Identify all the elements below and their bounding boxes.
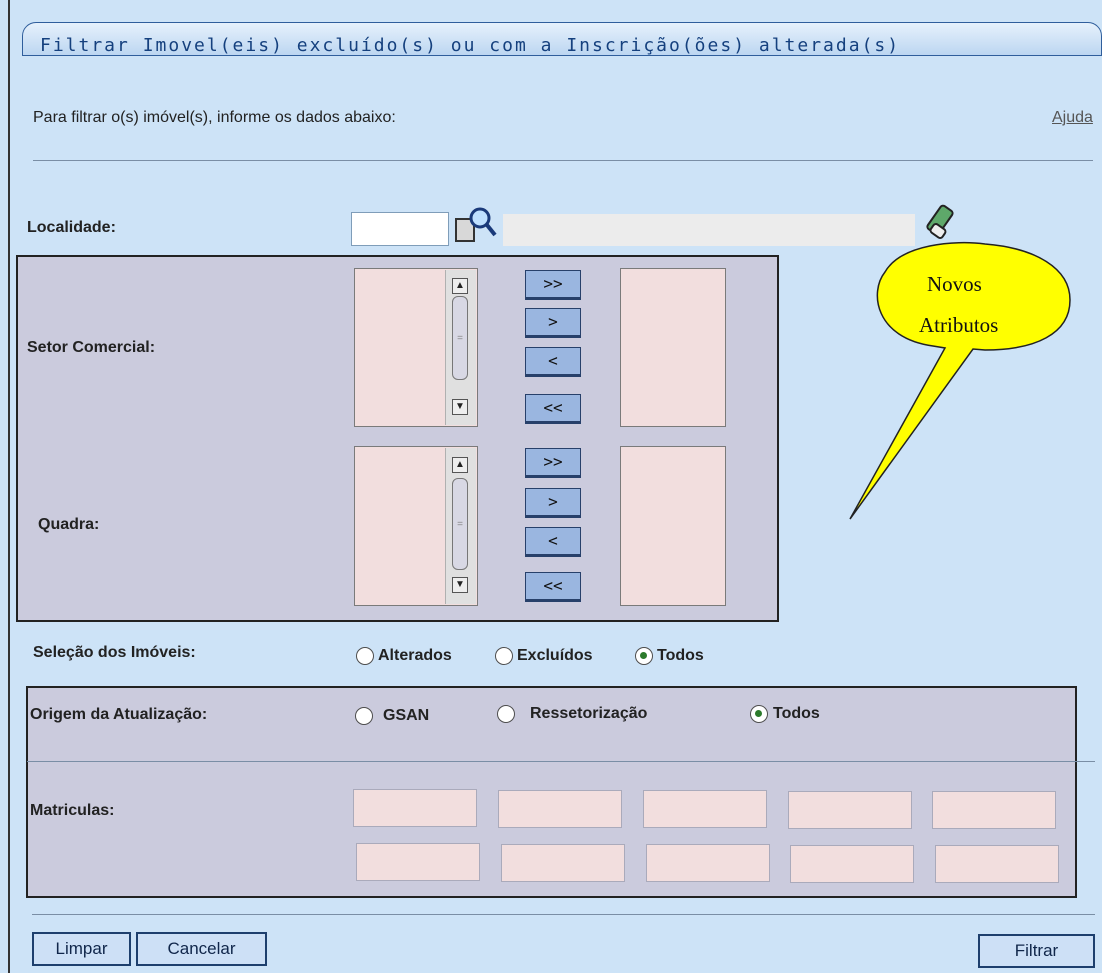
origem-todos-radio[interactable] — [750, 705, 768, 723]
setor-comercial-label: Setor Comercial: — [27, 339, 156, 356]
selecao-excluidos-label: Excluídos — [517, 647, 593, 664]
origem-gsan-label: GSAN — [383, 707, 430, 724]
page-title: Filtrar Imovel(eis) excluído(s) ou com a… — [40, 35, 901, 56]
origem-ressetorizacao-label: Ressetorização — [530, 705, 648, 722]
localidade-code-input[interactable] — [351, 212, 449, 246]
matricula-input[interactable] — [788, 791, 912, 829]
matricula-input[interactable] — [501, 844, 625, 882]
quadra-add-one-button[interactable]: > — [525, 488, 581, 518]
quadra-selected-list[interactable] — [620, 446, 726, 606]
scroll-thumb[interactable]: = — [452, 478, 468, 570]
window-left-edge — [8, 0, 10, 973]
setor-add-one-button[interactable]: > — [525, 308, 581, 338]
filter-button[interactable]: Filtrar — [978, 934, 1095, 968]
instructions-text: Para filtrar o(s) imóvel(s), informe os … — [33, 109, 396, 126]
selecao-todos-label: Todos — [657, 647, 704, 664]
origem-todos-label: Todos — [773, 705, 820, 722]
origem-ressetorizacao-radio[interactable] — [497, 705, 515, 723]
divider — [33, 160, 1093, 161]
clear-button[interactable]: Limpar — [32, 932, 131, 966]
matricula-input[interactable] — [790, 845, 914, 883]
matricula-input[interactable] — [935, 845, 1059, 883]
matricula-input[interactable] — [353, 789, 477, 827]
scroll-up-icon[interactable]: ▲ — [452, 278, 468, 294]
panel-divider — [27, 761, 1095, 762]
matricula-input[interactable] — [356, 843, 480, 881]
setor-comercial-selected-list[interactable] — [620, 268, 726, 427]
matricula-input[interactable] — [643, 790, 767, 828]
callout-text-line2: Atributos — [919, 313, 999, 337]
matricula-input[interactable] — [498, 790, 622, 828]
selecao-alterados-label: Alterados — [378, 647, 452, 664]
quadra-remove-one-button[interactable]: < — [525, 527, 581, 557]
localidade-label: Localidade: — [27, 219, 116, 236]
setor-remove-one-button[interactable]: < — [525, 347, 581, 377]
setor-add-all-button[interactable]: >> — [525, 270, 581, 300]
footer-divider — [32, 914, 1095, 915]
quadra-remove-all-button[interactable]: << — [525, 572, 581, 602]
matricula-input[interactable] — [932, 791, 1056, 829]
cancel-button[interactable]: Cancelar — [136, 932, 267, 966]
origem-gsan-radio[interactable] — [355, 707, 373, 725]
callout-text-line1: Novos — [927, 272, 982, 296]
matriculas-label: Matriculas: — [30, 802, 115, 819]
setor-remove-all-button[interactable]: << — [525, 394, 581, 424]
scroll-up-icon[interactable]: ▲ — [452, 457, 468, 473]
selecao-alterados-radio[interactable] — [356, 647, 374, 665]
scroll-thumb[interactable]: = — [452, 296, 468, 380]
quadra-add-all-button[interactable]: >> — [525, 448, 581, 478]
matricula-input[interactable] — [646, 844, 770, 882]
eraser-icon[interactable] — [920, 203, 964, 243]
origem-label: Origem da Atualização: — [30, 706, 208, 723]
selecao-todos-radio[interactable] — [635, 647, 653, 665]
scroll-down-icon[interactable]: ▼ — [452, 399, 468, 415]
selecao-label: Seleção dos Imóveis: — [33, 644, 196, 661]
help-link[interactable]: Ajuda — [1052, 109, 1093, 127]
scroll-down-icon[interactable]: ▼ — [452, 577, 468, 593]
quadra-label: Quadra: — [38, 516, 100, 533]
selecao-excluidos-radio[interactable] — [495, 647, 513, 665]
search-icon[interactable] — [453, 205, 497, 245]
